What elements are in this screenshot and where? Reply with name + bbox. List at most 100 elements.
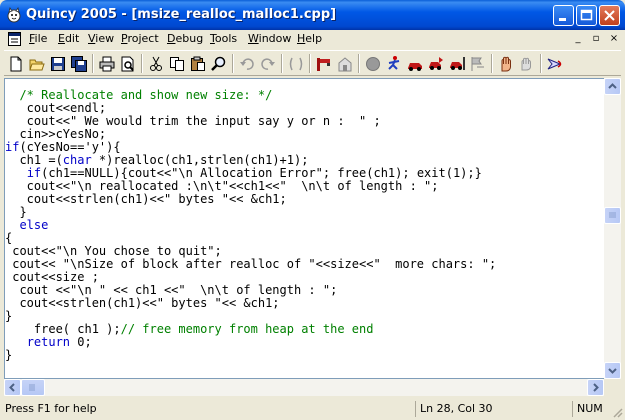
mdi-close-button[interactable]: ×: [607, 33, 621, 45]
vertical-scroll-thumb[interactable]: [604, 207, 621, 224]
toolbar-separator: [92, 54, 94, 73]
source-code[interactable]: /* Reallocate and show new size: */ cout…: [5, 89, 496, 362]
mdi-restore-button[interactable]: ▫: [589, 33, 603, 45]
stop-hand-icon[interactable]: [497, 55, 515, 73]
scroll-down-button[interactable]: [604, 362, 621, 379]
document-icon[interactable]: [8, 32, 21, 46]
scroll-right-button[interactable]: [587, 379, 604, 396]
run-to-cursor-icon[interactable]: [469, 55, 487, 73]
code-line[interactable]: }: [5, 206, 496, 219]
paste-icon[interactable]: [189, 55, 207, 73]
save-all-icon[interactable]: [70, 55, 88, 73]
code-token: cout<<" We would trim the input say y or…: [5, 114, 381, 128]
maximize-button[interactable]: [576, 5, 597, 26]
resize-grip-icon[interactable]: [611, 406, 623, 418]
save-icon[interactable]: [49, 55, 67, 73]
redo-icon[interactable]: [259, 55, 277, 73]
keyword-token: return: [26, 335, 71, 349]
code-line[interactable]: cout<<strlen(ch1)<<" bytes "<< &ch1;: [5, 297, 496, 310]
code-editor[interactable]: /* Reallocate and show new size: */ cout…: [4, 78, 605, 379]
code-token: cout <<"\n " << ch1 <<" \n\t of length :…: [5, 283, 338, 297]
code-line[interactable]: }: [5, 349, 496, 362]
grip-icon: [609, 212, 616, 218]
scroll-up-button[interactable]: [604, 78, 621, 95]
toolbar: [4, 50, 621, 76]
menu-window[interactable]: Window: [248, 32, 291, 45]
scroll-left-button[interactable]: [4, 379, 21, 396]
build-icon[interactable]: [336, 55, 354, 73]
code-token: cin>>cYesNo;: [5, 127, 107, 141]
new-file-icon[interactable]: [7, 55, 25, 73]
find-icon[interactable]: [210, 55, 228, 73]
toolbar-separator: [491, 54, 493, 73]
chevron-up-icon: [608, 83, 617, 89]
code-token: cout<<strlen(ch1)<<" bytes "<< &ch1;: [5, 296, 280, 310]
code-token: {: [5, 231, 13, 245]
status-cursor-position: Ln 28, Col 30: [415, 401, 570, 417]
mdi-minimize-button[interactable]: _: [571, 33, 585, 45]
code-line[interactable]: return 0;: [5, 336, 496, 349]
code-token: (cYesNo=='y'){: [19, 140, 121, 154]
code-token: free( ch1 );: [5, 322, 121, 336]
code-token: }: [5, 205, 27, 219]
keyword-token: if: [26, 166, 42, 180]
code-token: (ch1==NULL){cout<<"\n Allocation Error";…: [41, 166, 482, 180]
menu-file[interactable]: File: [29, 32, 47, 45]
horizontal-scroll-thumb[interactable]: [21, 379, 45, 396]
status-num-lock: NUM: [572, 401, 610, 417]
undo-icon[interactable]: [238, 55, 256, 73]
menu-debug[interactable]: Debug: [167, 32, 203, 45]
open-folder-icon[interactable]: [28, 55, 46, 73]
run-icon[interactable]: [385, 55, 403, 73]
title-bar[interactable]: Quincy 2005 - [msize_realloc_malloc1.cpp…: [0, 0, 625, 30]
code-token: cout<<strlen(ch1)<<" bytes "<< &ch1;: [5, 192, 287, 206]
chevron-right-icon: [593, 383, 599, 392]
cut-icon[interactable]: [147, 55, 165, 73]
code-token: cout<<size ;: [5, 270, 99, 284]
help-icon[interactable]: [546, 55, 564, 73]
vertical-scrollbar[interactable]: [604, 78, 621, 379]
toolbar-separator: [281, 54, 283, 73]
menu-help[interactable]: Help: [297, 32, 322, 45]
chevron-down-icon: [608, 368, 617, 374]
close-icon: [604, 10, 615, 21]
step-over-icon[interactable]: [427, 55, 445, 73]
code-line[interactable]: cout<<strlen(ch1)<<" bytes "<< &ch1;: [5, 193, 496, 206]
menu-bar: File Edit View Project Debug Tools Windo…: [4, 30, 621, 48]
close-button[interactable]: [599, 5, 620, 26]
code-token: cout<< "\nSize of block after realloc of…: [5, 257, 497, 271]
print-preview-icon[interactable]: [119, 55, 137, 73]
code-token: }: [5, 348, 13, 362]
chevron-left-icon: [9, 383, 15, 392]
keyword-token: else: [19, 218, 49, 232]
menu-edit[interactable]: Edit: [58, 32, 79, 45]
code-line[interactable]: else: [5, 219, 496, 232]
code-token: cout<<"\n reallocated :\n\t"<<ch1<<" \n\…: [5, 179, 439, 193]
toolbar-separator: [232, 54, 234, 73]
status-help-text: Press F1 for help: [5, 402, 97, 415]
scrollbar-corner: [604, 379, 621, 396]
menu-tools[interactable]: Tools: [210, 32, 237, 45]
minimize-button[interactable]: [553, 5, 574, 26]
menu-project[interactable]: Project: [121, 32, 159, 45]
comment-token: // free memory from heap at the end: [120, 322, 374, 336]
print-icon[interactable]: [98, 55, 116, 73]
code-token: cout<<"\n You chose to quit";: [5, 244, 222, 258]
watch-hand-icon[interactable]: [518, 55, 536, 73]
menu-view[interactable]: View: [88, 32, 114, 45]
quincy-app-icon[interactable]: [6, 7, 22, 23]
comment-token: /* Reallocate and show new size: */: [19, 88, 273, 102]
compile-icon[interactable]: [315, 55, 333, 73]
horizontal-scrollbar[interactable]: [4, 379, 604, 396]
bookmark-icon[interactable]: [287, 55, 305, 73]
step-icon[interactable]: [406, 55, 424, 73]
step-out-icon[interactable]: [448, 55, 466, 73]
code-token: cout<<endl;: [5, 101, 107, 115]
code-token: }: [5, 309, 13, 323]
code-token: ch1 =(: [5, 153, 63, 167]
copy-icon[interactable]: [168, 55, 186, 73]
stop-icon[interactable]: [364, 55, 382, 73]
